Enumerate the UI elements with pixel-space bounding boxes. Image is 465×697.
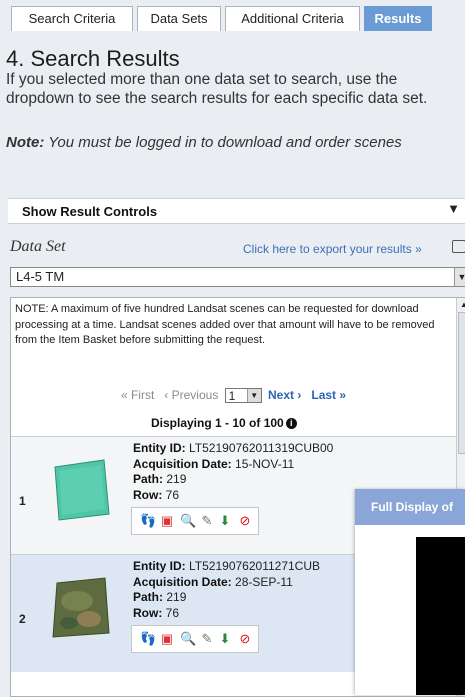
data-set-label: Data Set bbox=[10, 238, 66, 255]
entity-id-value: LT52190762011319CUB00 bbox=[189, 441, 334, 455]
full-display-header[interactable]: Full Display of bbox=[355, 489, 465, 525]
exclude-icon[interactable]: ⊘ bbox=[238, 632, 252, 646]
path-value: 219 bbox=[166, 472, 187, 486]
exclude-icon[interactable]: ⊘ bbox=[238, 514, 252, 528]
displaying-count: Displaying 1 - 10 of 100 i bbox=[151, 416, 297, 430]
metadata-icon[interactable]: ▣ bbox=[160, 514, 174, 528]
acquisition-date-label: Acquisition Date: bbox=[133, 574, 232, 589]
entity-id-label: Entity ID: bbox=[133, 559, 186, 573]
export-results-link[interactable]: Click here to export your results » bbox=[243, 242, 422, 256]
show-result-controls-toggle[interactable]: Show Result Controls ▼ bbox=[8, 198, 465, 224]
page-title: 4. Search Results bbox=[6, 46, 180, 71]
login-note: Note: You must be logged in to download … bbox=[6, 134, 461, 152]
page-select-value: 1 bbox=[228, 389, 236, 404]
export-icon[interactable] bbox=[452, 240, 465, 253]
path-value: 219 bbox=[166, 590, 187, 604]
path-label: Path: bbox=[133, 472, 163, 486]
tab-search-criteria[interactable]: Search Criteria bbox=[11, 6, 133, 31]
tab-bar: Search Criteria Data Sets Additional Cri… bbox=[0, 0, 465, 32]
footprint-icon[interactable]: 👣 bbox=[140, 632, 156, 646]
result-number: 1 bbox=[19, 494, 26, 508]
result-controls-label: Show Result Controls bbox=[22, 204, 158, 219]
download-icon[interactable]: ⬇ bbox=[218, 632, 232, 646]
entity-id-value: LT52190762011271CUB bbox=[189, 559, 321, 573]
data-set-selected-value: L4-5 TM bbox=[16, 269, 65, 284]
data-set-select[interactable]: L4-5 TM ▼ bbox=[10, 267, 465, 287]
acquisition-date-value: 15-NOV-11 bbox=[235, 456, 295, 471]
row-value: 76 bbox=[165, 487, 180, 502]
download-icon[interactable]: ⬇ bbox=[218, 514, 232, 528]
order-icon[interactable]: ✎ bbox=[200, 632, 214, 646]
note-label: Note: bbox=[6, 134, 45, 151]
order-icon[interactable]: ✎ bbox=[200, 514, 214, 528]
next-page-link[interactable]: Next › bbox=[268, 388, 301, 402]
row-label: Row: bbox=[133, 487, 163, 502]
row-label: Row: bbox=[133, 605, 163, 620]
row-value: 76 bbox=[165, 605, 180, 620]
scene-action-toolbar: 👣 ▣ 🔍 ✎ ⬇ ⊘ bbox=[131, 507, 259, 535]
chevron-down-icon: ▼ bbox=[246, 389, 261, 403]
scroll-thumb[interactable] bbox=[458, 312, 465, 454]
displaying-text: Displaying 1 - 10 of 100 bbox=[151, 416, 284, 430]
scene-details: Entity ID: LT52190762011319CUB00 Acquisi… bbox=[133, 441, 333, 503]
note-text: You must be logged in to download and or… bbox=[44, 134, 402, 151]
first-page-link[interactable]: « First bbox=[121, 388, 154, 402]
acquisition-date-value: 28-SEP-11 bbox=[235, 574, 293, 589]
intro-text: If you selected more than one data set t… bbox=[6, 71, 428, 107]
results-notice: NOTE: A maximum of five hundred Landsat … bbox=[15, 303, 435, 346]
page-select[interactable]: 1 ▼ bbox=[224, 388, 262, 404]
entity-id-label: Entity ID: bbox=[133, 441, 186, 455]
full-display-image bbox=[416, 537, 465, 695]
caret-down-icon: ▼ bbox=[447, 201, 460, 216]
previous-page-link[interactable]: ‹ Previous bbox=[164, 388, 218, 402]
footprint-icon[interactable]: 👣 bbox=[140, 514, 156, 528]
full-display-overlay: Full Display of bbox=[355, 489, 465, 695]
info-icon[interactable]: i bbox=[285, 418, 297, 429]
tab-additional-criteria[interactable]: Additional Criteria bbox=[225, 6, 360, 31]
compare-icon[interactable]: 🔍 bbox=[180, 514, 196, 528]
scene-thumbnail[interactable] bbox=[49, 575, 113, 639]
scene-action-toolbar: 👣 ▣ 🔍 ✎ ⬇ ⊘ bbox=[131, 625, 259, 653]
metadata-icon[interactable]: ▣ bbox=[160, 632, 174, 646]
tab-data-sets[interactable]: Data Sets bbox=[137, 6, 221, 31]
scroll-up-icon[interactable]: ▲ bbox=[459, 300, 465, 310]
path-label: Path: bbox=[133, 590, 163, 604]
tab-results[interactable]: Results bbox=[364, 6, 432, 31]
pagination: « First ‹ Previous 1 ▼ Next › Last » bbox=[11, 388, 456, 404]
result-number: 2 bbox=[19, 612, 26, 626]
scene-details: Entity ID: LT52190762011271CUB Acquisiti… bbox=[133, 559, 320, 621]
scene-thumbnail[interactable] bbox=[49, 457, 113, 521]
compare-icon[interactable]: 🔍 bbox=[180, 632, 196, 646]
last-page-link[interactable]: Last » bbox=[311, 388, 346, 402]
chevron-down-icon[interactable]: ▼ bbox=[454, 268, 465, 286]
acquisition-date-label: Acquisition Date: bbox=[133, 456, 232, 471]
